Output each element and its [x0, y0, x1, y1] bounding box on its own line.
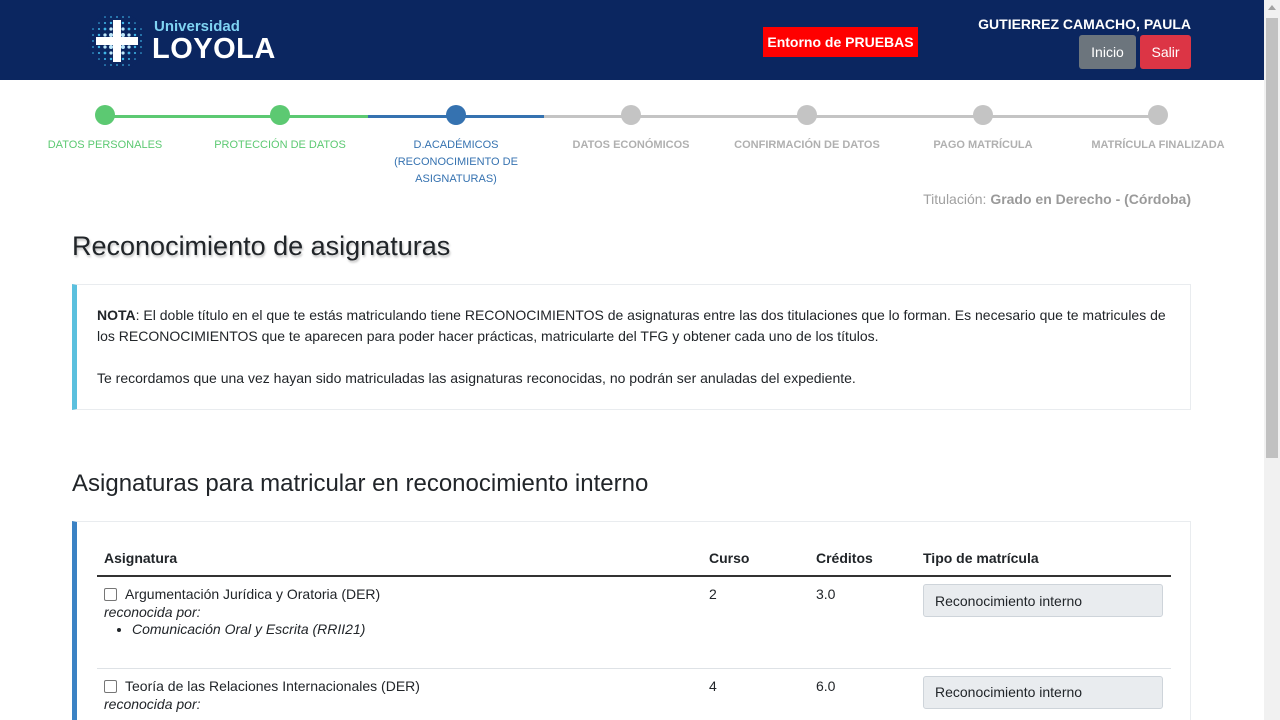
table-row: Argumentación Jurídica y Oratoria (DER) …: [97, 576, 1171, 669]
section-title: Asignaturas para matricular en reconocim…: [72, 470, 649, 497]
note-bold-label: NOTA: [97, 307, 136, 323]
step-label: PROTECCIÓN DE DATOS: [214, 139, 346, 151]
subject-checkbox[interactable]: [104, 679, 117, 693]
step-label: DATOS PERSONALES: [47, 139, 163, 151]
cell-creditos: 3.0: [809, 576, 916, 669]
top-header: Universidad LOYOLA Entorno de PRUEBAS GU…: [0, 0, 1264, 80]
step-pago-matricula: PAGO MATRÍCULA: [895, 104, 1071, 154]
tipo-matricula-select[interactable]: Reconocimiento interno: [923, 584, 1163, 617]
subjects-table: Asignatura Curso Créditos Tipo de matríc…: [97, 542, 1171, 720]
step-datos-academicos: D.ACADÉMICOS (RECONOCIMIENTO DE ASIGNATU…: [368, 104, 544, 188]
col-header-curso: Curso: [702, 542, 809, 577]
subject-name: Argumentación Jurídica y Oratoria (DER): [125, 586, 381, 602]
environment-badge: Entorno de PRUEBAS: [763, 27, 918, 57]
step-proteccion-datos: PROTECCIÓN DE DATOS: [192, 104, 368, 154]
logo-small-text: Universidad: [154, 17, 240, 35]
step-label: D.ACADÉMICOS (RECONOCIMIENTO DE ASIGNATU…: [394, 139, 518, 185]
step-confirmacion-datos: CONFIRMACIÓN DE DATOS: [719, 104, 895, 154]
user-name: GUTIERREZ CAMACHO, PAULA: [978, 16, 1191, 32]
table-row: Teoría de las Relaciones Internacionales…: [97, 668, 1171, 720]
recognized-by-label: reconocida por:: [104, 695, 201, 712]
subjects-card: Asignatura Curso Créditos Tipo de matríc…: [72, 521, 1191, 720]
recognized-by-list: Comunicación Oral y Escrita (RRII21): [132, 621, 695, 637]
subject-name: Teoría de las Relaciones Internacionales…: [125, 677, 420, 694]
step-label: PAGO MATRÍCULA: [933, 139, 1033, 151]
cell-curso: 2: [702, 576, 809, 669]
step-datos-personales: DATOS PERSONALES: [17, 104, 193, 154]
col-header-tipo: Tipo de matrícula: [916, 542, 1171, 577]
table-header-row: Asignatura Curso Créditos Tipo de matríc…: [97, 542, 1171, 577]
cell-asignatura: Argumentación Jurídica y Oratoria (DER) …: [97, 576, 702, 669]
step-datos-economicos: DATOS ECONÓMICOS: [543, 104, 719, 154]
scroll-thumb[interactable]: [1266, 18, 1278, 458]
enrollment-stepper: DATOS PERSONALES PROTECCIÓN DE DATOS D.A…: [17, 104, 1247, 185]
tipo-matricula-select[interactable]: Reconocimiento interno: [923, 675, 1163, 709]
col-header-asignatura: Asignatura: [97, 542, 702, 577]
step-dot: [1148, 105, 1168, 125]
step-dot: [797, 105, 817, 125]
step-label: MATRÍCULA FINALIZADA: [1091, 139, 1225, 151]
titulacion-value: Grado en Derecho - (Córdoba): [990, 191, 1191, 207]
step-dot: [973, 105, 993, 125]
cell-curso: 4: [702, 668, 809, 720]
inicio-button[interactable]: Inicio: [1079, 35, 1136, 69]
list-item: Comunicación Oral y Escrita (RRII21): [132, 621, 695, 637]
note-paragraph-2: Te recordamos que una vez hayan sido mat…: [97, 370, 856, 386]
logo-big-text: LOYOLA: [152, 32, 276, 65]
cell-creditos: 6.0: [809, 668, 916, 720]
page-title: Reconocimiento de asignaturas: [72, 231, 451, 261]
salir-button[interactable]: Salir: [1140, 35, 1191, 69]
step-label: CONFIRMACIÓN DE DATOS: [734, 139, 880, 151]
recognized-by-label: reconocida por:: [104, 604, 201, 620]
titulacion-info: Titulación: Grado en Derecho - (Córdoba): [923, 191, 1191, 207]
col-header-creditos: Créditos: [809, 542, 916, 577]
note-text-1: : El doble título en el que te estás mat…: [97, 307, 1166, 344]
vertical-scrollbar[interactable]: [1264, 0, 1280, 720]
scroll-up-arrow-icon[interactable]: [1268, 5, 1276, 10]
titulacion-label: Titulación:: [923, 191, 987, 207]
cell-tipo: Reconocimiento interno: [916, 576, 1171, 669]
step-dot: [621, 105, 641, 125]
subject-checkbox[interactable]: [104, 588, 117, 601]
cell-asignatura: Teoría de las Relaciones Internacionales…: [97, 668, 702, 720]
info-note: NOTA: El doble título en el que te estás…: [72, 284, 1191, 410]
step-label: DATOS ECONÓMICOS: [572, 139, 690, 151]
step-dot: [446, 105, 466, 125]
university-logo[interactable]: Universidad LOYOLA: [86, 10, 276, 72]
step-dot: [95, 105, 115, 125]
logo-globe-icon: [88, 12, 146, 70]
note-paragraph-1: NOTA: El doble título en el que te estás…: [97, 305, 1170, 347]
cell-tipo: Reconocimiento interno: [916, 668, 1171, 720]
step-dot: [270, 105, 290, 125]
step-matricula-finalizada: MATRÍCULA FINALIZADA: [1070, 104, 1246, 154]
